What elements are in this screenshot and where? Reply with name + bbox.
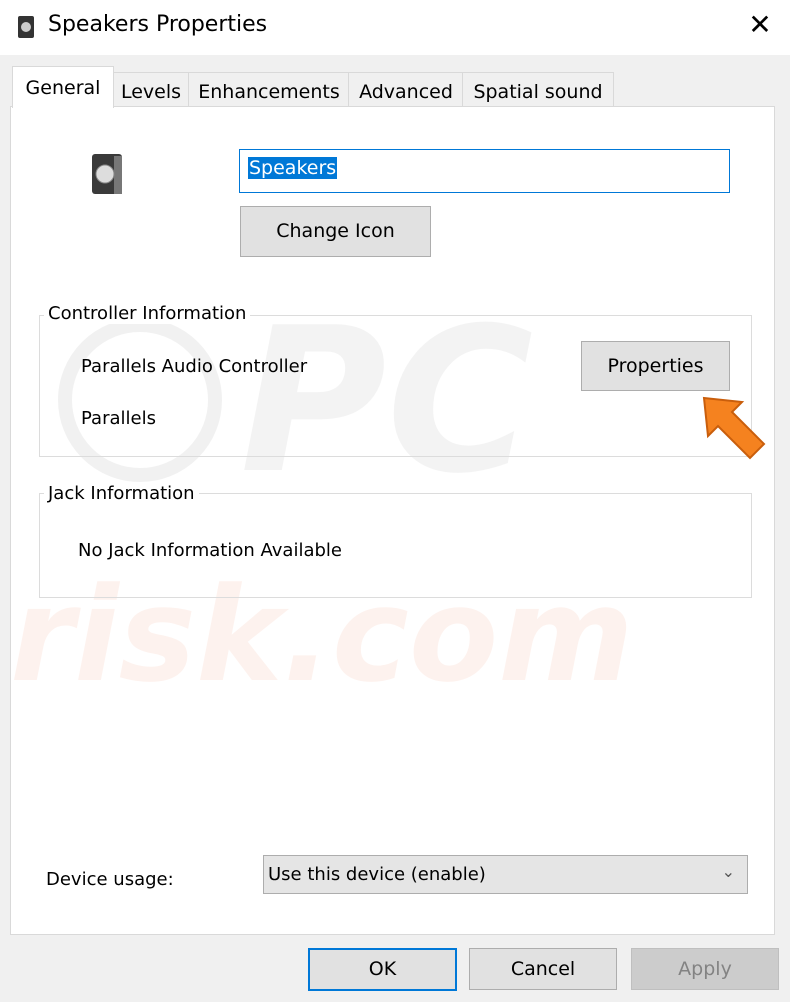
speaker-icon: [18, 16, 34, 38]
cancel-button[interactable]: Cancel: [469, 948, 617, 990]
apply-button[interactable]: Apply: [631, 948, 779, 990]
speaker-device-icon: [92, 154, 122, 194]
properties-button[interactable]: Properties: [581, 341, 730, 391]
tab-enhancements[interactable]: Enhancements: [188, 72, 350, 107]
jack-information-text: No Jack Information Available: [78, 540, 342, 561]
title-bar: Speakers Properties ✕: [0, 0, 790, 55]
controller-vendor: Parallels: [81, 408, 156, 429]
tab-general[interactable]: General: [12, 66, 114, 108]
device-usage-select[interactable]: Use this device (enable) ⌄: [263, 855, 748, 894]
change-icon-button[interactable]: Change Icon: [240, 206, 431, 257]
device-name-input[interactable]: Speakers: [239, 149, 730, 193]
controller-information-legend: Controller Information: [44, 303, 251, 324]
jack-information-legend: Jack Information: [44, 483, 199, 504]
device-usage-value: Use this device (enable): [268, 864, 486, 885]
device-name-value: Speakers: [248, 157, 338, 179]
ok-button[interactable]: OK: [308, 948, 457, 991]
window-title: Speakers Properties: [48, 12, 268, 37]
close-icon[interactable]: ✕: [745, 8, 775, 41]
chevron-down-icon: ⌄: [721, 862, 735, 881]
tab-advanced[interactable]: Advanced: [348, 72, 464, 107]
tab-levels[interactable]: Levels: [112, 72, 190, 107]
orange-arrow-icon: [702, 396, 766, 460]
controller-name: Parallels Audio Controller: [81, 356, 308, 377]
device-usage-label: Device usage:: [46, 869, 174, 890]
tab-spatial-sound[interactable]: Spatial sound: [462, 72, 614, 107]
